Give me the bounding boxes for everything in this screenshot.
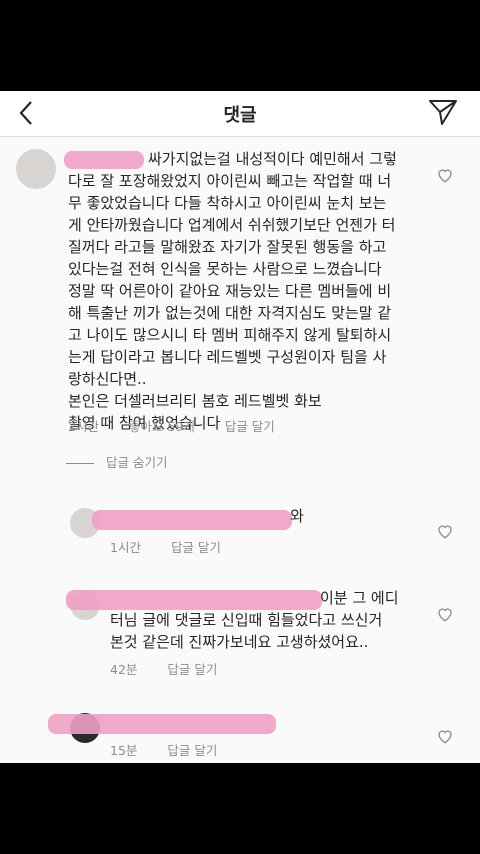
heart-outline-icon[interactable] [436, 522, 454, 540]
page-title: 댓글 [223, 105, 257, 126]
reply-text: 터님 글에 댓글로 신입때 힘들었다고 쓰신거 본것 같은데 진짜가보네요 고생… [110, 611, 383, 651]
paper-plane-icon[interactable] [428, 97, 458, 127]
reply-meta: 1시간 답글 달기 [110, 537, 247, 556]
reply-time: 42분 [110, 662, 138, 677]
reply-text-first: 이분 그 에디 [320, 589, 399, 607]
comment-text: 다로 잘 포장해왔었지 아이린씨 빼고는 작업할 때 너 무 좋았었습니다 다들… [68, 172, 396, 432]
comments-screen: 댓글 싸가지없는걸 내성적이다 예민해서 그렇 다로 잘 포장해왔었지 아이린씨… [0, 91, 480, 763]
comment-likes[interactable]: 좋아요 59개 [129, 419, 195, 434]
hide-replies-button[interactable]: 답글 숨기기 [66, 452, 167, 472]
reply-button[interactable]: 답글 달기 [167, 662, 217, 677]
comment-time: 2시간 [68, 419, 99, 434]
comment-text-first: 싸가지없는걸 내성적이다 예민해서 그렇 [148, 150, 397, 168]
heart-outline-icon[interactable] [436, 166, 454, 184]
hide-replies-label: 답글 숨기기 [106, 455, 168, 470]
reply-text: 와 [290, 507, 304, 525]
reply-meta: 42분 답글 달기 [110, 659, 243, 678]
divider [66, 463, 94, 464]
heart-outline-icon[interactable] [436, 605, 454, 623]
redacted-username [92, 510, 292, 530]
reply-time: 1시간 [110, 540, 141, 555]
reply-button[interactable]: 답글 달기 [225, 419, 275, 434]
reply-time: 15분 [110, 743, 138, 758]
comment-meta: 2시간 좋아요 59개 답글 달기 [68, 416, 301, 435]
reply-button[interactable]: 답글 달기 [171, 540, 221, 555]
redacted-username [64, 151, 144, 169]
redacted-username [48, 714, 276, 734]
redacted-username [66, 590, 322, 610]
reply-meta: 15분 답글 달기 [110, 740, 243, 759]
heart-outline-icon[interactable] [436, 727, 454, 745]
reply-button[interactable]: 답글 달기 [167, 743, 217, 758]
header: 댓글 [0, 91, 480, 137]
avatar[interactable] [16, 149, 56, 189]
